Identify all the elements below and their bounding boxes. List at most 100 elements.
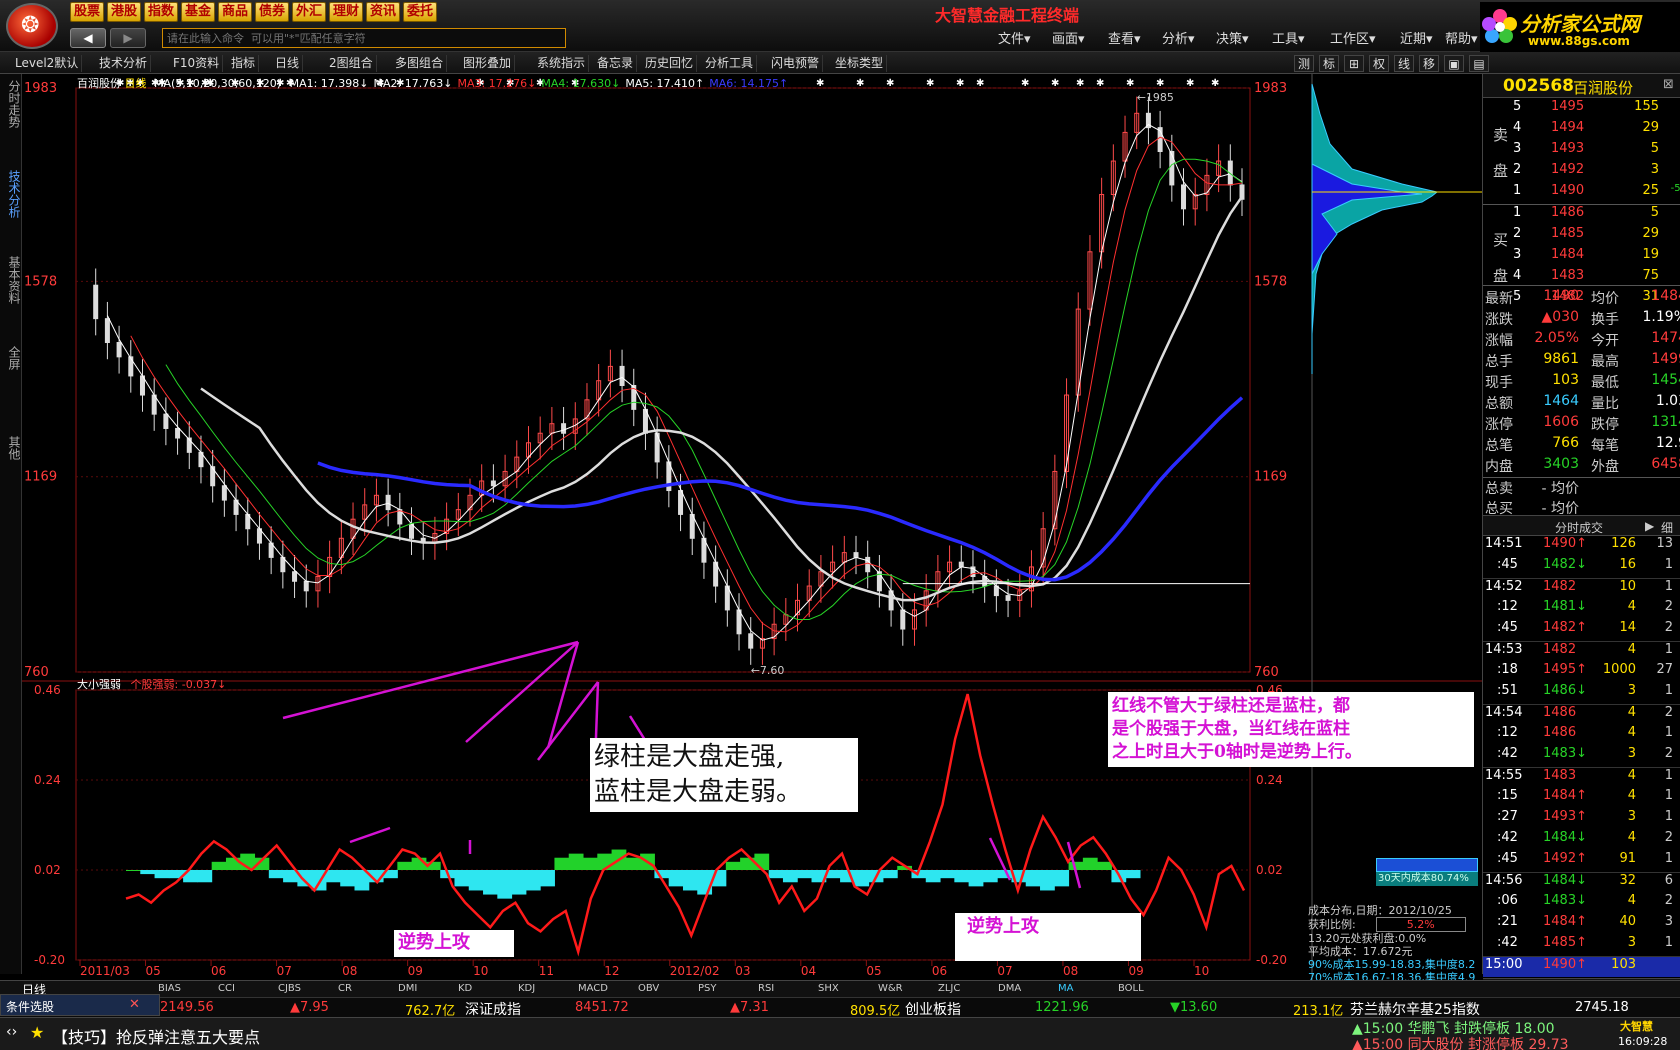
ask-row[interactable]: 2 1492 3 xyxy=(1483,162,1680,183)
forward-button[interactable]: ▶ xyxy=(110,28,146,48)
toolbar-item[interactable]: Level2默认 xyxy=(12,55,83,72)
indicator-bar xyxy=(511,870,527,895)
indicator-tab[interactable]: MA xyxy=(1058,983,1073,994)
toolbar-item[interactable]: 系统指示 xyxy=(534,55,590,72)
close-icon[interactable]: ⊠ xyxy=(1663,77,1674,92)
market-tab[interactable]: 指数 xyxy=(144,2,178,22)
indicator-tab[interactable]: ZLJC xyxy=(938,983,960,994)
toolbar-item[interactable]: 2图组合 xyxy=(326,55,377,72)
indicator-tick-label: 0.24 xyxy=(34,773,61,787)
tip-text[interactable]: 【技巧】抢反弹注意五大要点 xyxy=(52,1024,260,1048)
toolbar-tool-button[interactable]: ▣ xyxy=(1444,55,1464,72)
condition-panel[interactable]: 条件选股 ✕ xyxy=(0,994,160,1016)
toolbar-tool-button[interactable]: 标 xyxy=(1319,55,1339,72)
indicator-tab[interactable]: CR xyxy=(338,983,352,994)
top-menu-item[interactable]: 分析▾ xyxy=(1162,28,1195,47)
news-2[interactable]: ▲15:00 同大股份 封涨停板 29.73 xyxy=(1352,1034,1569,1050)
top-menu-item[interactable]: 查看▾ xyxy=(1108,28,1141,47)
trade-price: 1481↓ xyxy=(1543,599,1587,614)
market-tab[interactable]: 资讯 xyxy=(366,2,400,22)
command-input[interactable] xyxy=(162,28,566,48)
market-tab[interactable]: 理财 xyxy=(329,2,363,22)
close-icon[interactable]: ✕ xyxy=(129,997,140,1012)
market-tab[interactable]: 商品 xyxy=(218,2,252,22)
indicator-tab[interactable]: KD xyxy=(458,983,472,994)
toolbar-item[interactable]: 技术分析 xyxy=(96,55,152,72)
indicator-tab[interactable]: W&R xyxy=(878,983,903,994)
ticker-fund-name[interactable]: 芬兰赫尔辛基25指数 xyxy=(1350,999,1480,1019)
toolbar-item[interactable]: 闪电预警 xyxy=(768,55,824,72)
top-menu-item[interactable]: 工具▾ xyxy=(1272,28,1305,47)
toolbar-tool-button[interactable]: 线 xyxy=(1394,55,1414,72)
market-tab[interactable]: 基金 xyxy=(181,2,215,22)
toolbar-tool-button[interactable]: ▤ xyxy=(1469,55,1489,72)
top-menu-item[interactable]: 决策▾ xyxy=(1216,28,1249,47)
annotation-pointer-line xyxy=(349,826,391,844)
ticker-name-3[interactable]: 创业板指 xyxy=(905,999,961,1019)
top-bar: ❂ 股票港股指数基金商品债券外汇理财资讯委托 大智慧金融工程终端 ◀ ▶ 文件▾… xyxy=(0,0,1680,52)
trade-volume: 40 xyxy=(1619,914,1636,929)
ask-row[interactable]: 1 1490 25 -55 xyxy=(1483,183,1680,204)
bid-row[interactable]: 2 1485 29 xyxy=(1483,226,1680,247)
side-tab[interactable]: 技术分析 xyxy=(2,170,21,218)
toolbar-item[interactable]: F10资料 xyxy=(170,55,224,72)
bid-row[interactable]: 1 1486 5 xyxy=(1483,205,1680,226)
nav-arrows-icon[interactable]: ‹› xyxy=(6,1024,17,1040)
side-tab[interactable]: 全屏 xyxy=(2,346,21,370)
toolbar-item[interactable]: 图形叠加 xyxy=(460,55,516,72)
toolbar-tool-button[interactable]: 权 xyxy=(1369,55,1389,72)
indicator-tab[interactable]: SHX xyxy=(818,983,839,994)
chart-area[interactable]: 1983 19831578 15781169 1169760 7600.46 0.460.… xyxy=(22,74,1482,980)
toolbar-item[interactable]: 分析工具 xyxy=(702,55,758,72)
indicator-tab[interactable]: CCI xyxy=(218,983,235,994)
indicator-tab[interactable]: OBV xyxy=(638,983,659,994)
top-menu-item[interactable]: 帮助▾ xyxy=(1445,28,1478,47)
ask-row[interactable]: 3 1493 5 xyxy=(1483,141,1680,162)
indicator-tab[interactable]: MACD xyxy=(578,983,608,994)
trades-tab-icon[interactable]: ▶ xyxy=(1645,519,1654,533)
ask-row[interactable]: 4 1494 29 xyxy=(1483,120,1680,141)
app-logo[interactable]: ❂ xyxy=(6,3,58,49)
indicator-tab[interactable]: PSY xyxy=(698,983,717,994)
toolbar-item[interactable]: 坐标类型 xyxy=(832,55,888,72)
side-tab[interactable]: 分时走势 xyxy=(2,80,21,128)
toolbar-item[interactable]: 多图组合 xyxy=(392,55,448,72)
top-menu-item[interactable]: 画面▾ xyxy=(1052,28,1085,47)
market-tab[interactable]: 债券 xyxy=(255,2,289,22)
market-tab[interactable]: 港股 xyxy=(107,2,141,22)
top-menu-item[interactable]: 文件▾ xyxy=(998,28,1031,47)
brand-logo: 分析家公式网 www.88gs.com xyxy=(1480,2,1680,52)
indicator-tab[interactable]: DMI xyxy=(398,983,417,994)
toolbar-tool-button[interactable]: 移 xyxy=(1419,55,1439,72)
star-icon[interactable]: ★ xyxy=(30,1023,44,1042)
stat-row: 内盘 3403 外盘 6458 xyxy=(1483,456,1680,477)
indicator-tab[interactable]: RSI xyxy=(758,983,774,994)
ask-row[interactable]: 5 1495 155 xyxy=(1483,99,1680,120)
trade-row: :45 1482↑ 14 2 xyxy=(1483,620,1680,641)
toolbar-item[interactable]: 备忘录 xyxy=(594,55,638,72)
indicator-bar xyxy=(297,870,313,887)
indicator-tab[interactable]: CJBS xyxy=(278,983,301,994)
back-button[interactable]: ◀ xyxy=(70,28,106,48)
brand-name: 分析家公式网 xyxy=(1520,12,1640,36)
indicator-tab[interactable]: KDJ xyxy=(518,983,535,994)
ticker-name-2[interactable]: 深证成指 xyxy=(465,999,521,1019)
market-tab[interactable]: 外汇 xyxy=(292,2,326,22)
bid-price: 1485 xyxy=(1551,226,1585,241)
side-tab[interactable]: 其他 xyxy=(2,436,21,460)
indicator-tab[interactable]: DMA xyxy=(998,983,1021,994)
bid-row[interactable]: 3 1484 19 xyxy=(1483,247,1680,268)
indicator-tab[interactable]: BIAS xyxy=(158,983,181,994)
top-menu-item[interactable]: 近期▾ xyxy=(1400,28,1433,47)
toolbar-item[interactable]: 历史回忆 xyxy=(642,55,698,72)
market-tab[interactable]: 股票 xyxy=(70,2,104,22)
side-tab[interactable]: 基本资料 xyxy=(2,256,21,304)
market-tab[interactable]: 委托 xyxy=(403,2,437,22)
top-menu-item[interactable]: 工作区▾ xyxy=(1330,28,1376,47)
toolbar-tool-button[interactable]: 测 xyxy=(1294,55,1314,72)
toolbar-item[interactable]: 日线 xyxy=(272,55,304,72)
indicator-tab[interactable]: BOLL xyxy=(1118,983,1144,994)
toolbar-item[interactable]: 指标 xyxy=(228,55,260,72)
toolbar-tool-button[interactable]: ⊞ xyxy=(1344,55,1364,72)
trades-tab[interactable]: 细 xyxy=(1661,519,1673,536)
